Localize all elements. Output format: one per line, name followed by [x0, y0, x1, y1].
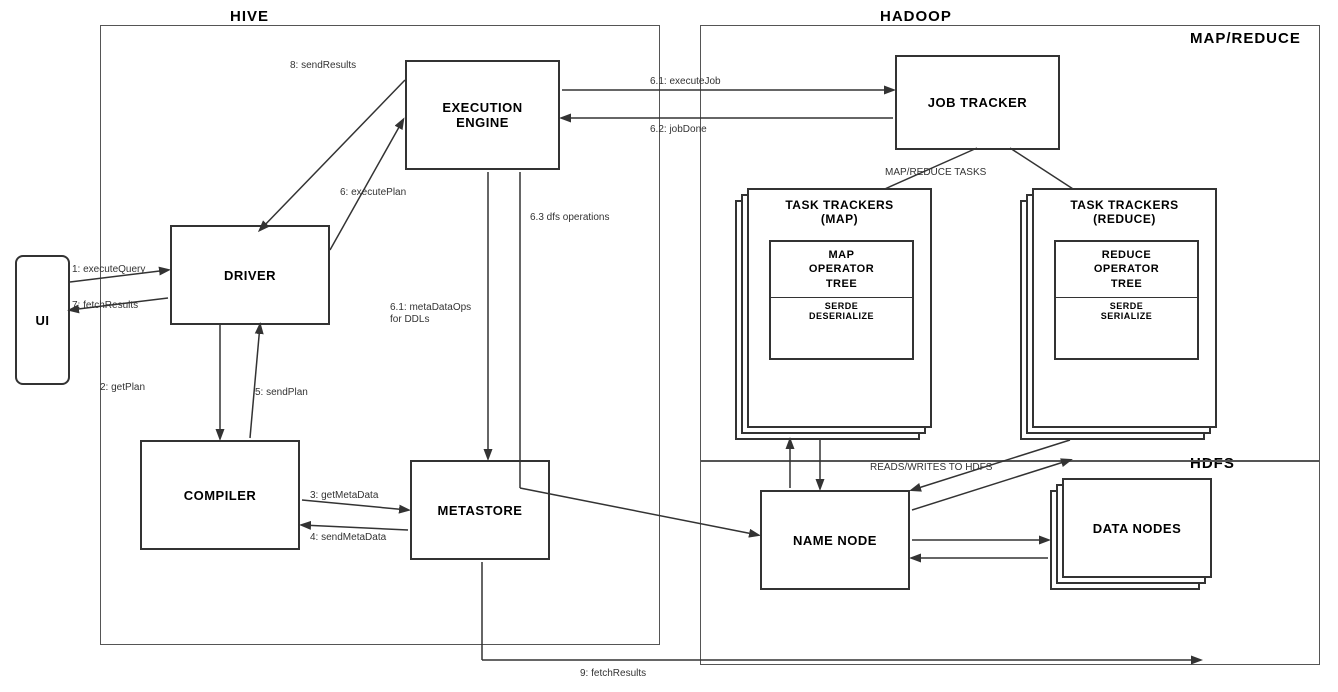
job-tracker-box: JOB TRACKER: [895, 55, 1060, 150]
hadoop-label: HADOOP: [880, 8, 952, 25]
hive-region: [100, 25, 660, 645]
hive-label: HIVE: [230, 8, 269, 25]
data-nodes-group: DATA NODES: [1050, 490, 1200, 590]
hdfs-divider: [700, 460, 1320, 462]
execution-engine-box: EXECUTION ENGINE: [405, 60, 560, 170]
ui-box: UI: [15, 255, 70, 385]
name-node-box: NAME NODE: [760, 490, 910, 590]
driver-box: DRIVER: [170, 225, 330, 325]
task-trackers-map-group: TASK TRACKERS(MAP) MAPOPERATORTREE SERDE…: [735, 200, 920, 440]
architecture-diagram: HIVE HADOOP MAP/REDUCE HDFS UI DRIVER CO…: [0, 0, 1338, 692]
task-trackers-reduce-group: TASK TRACKERS(REDUCE) REDUCEOPERATORTREE…: [1020, 200, 1205, 440]
compiler-box: COMPILER: [140, 440, 300, 550]
metastore-box: METASTORE: [410, 460, 550, 560]
svg-text:9: fetchResults: 9: fetchResults: [580, 668, 646, 679]
